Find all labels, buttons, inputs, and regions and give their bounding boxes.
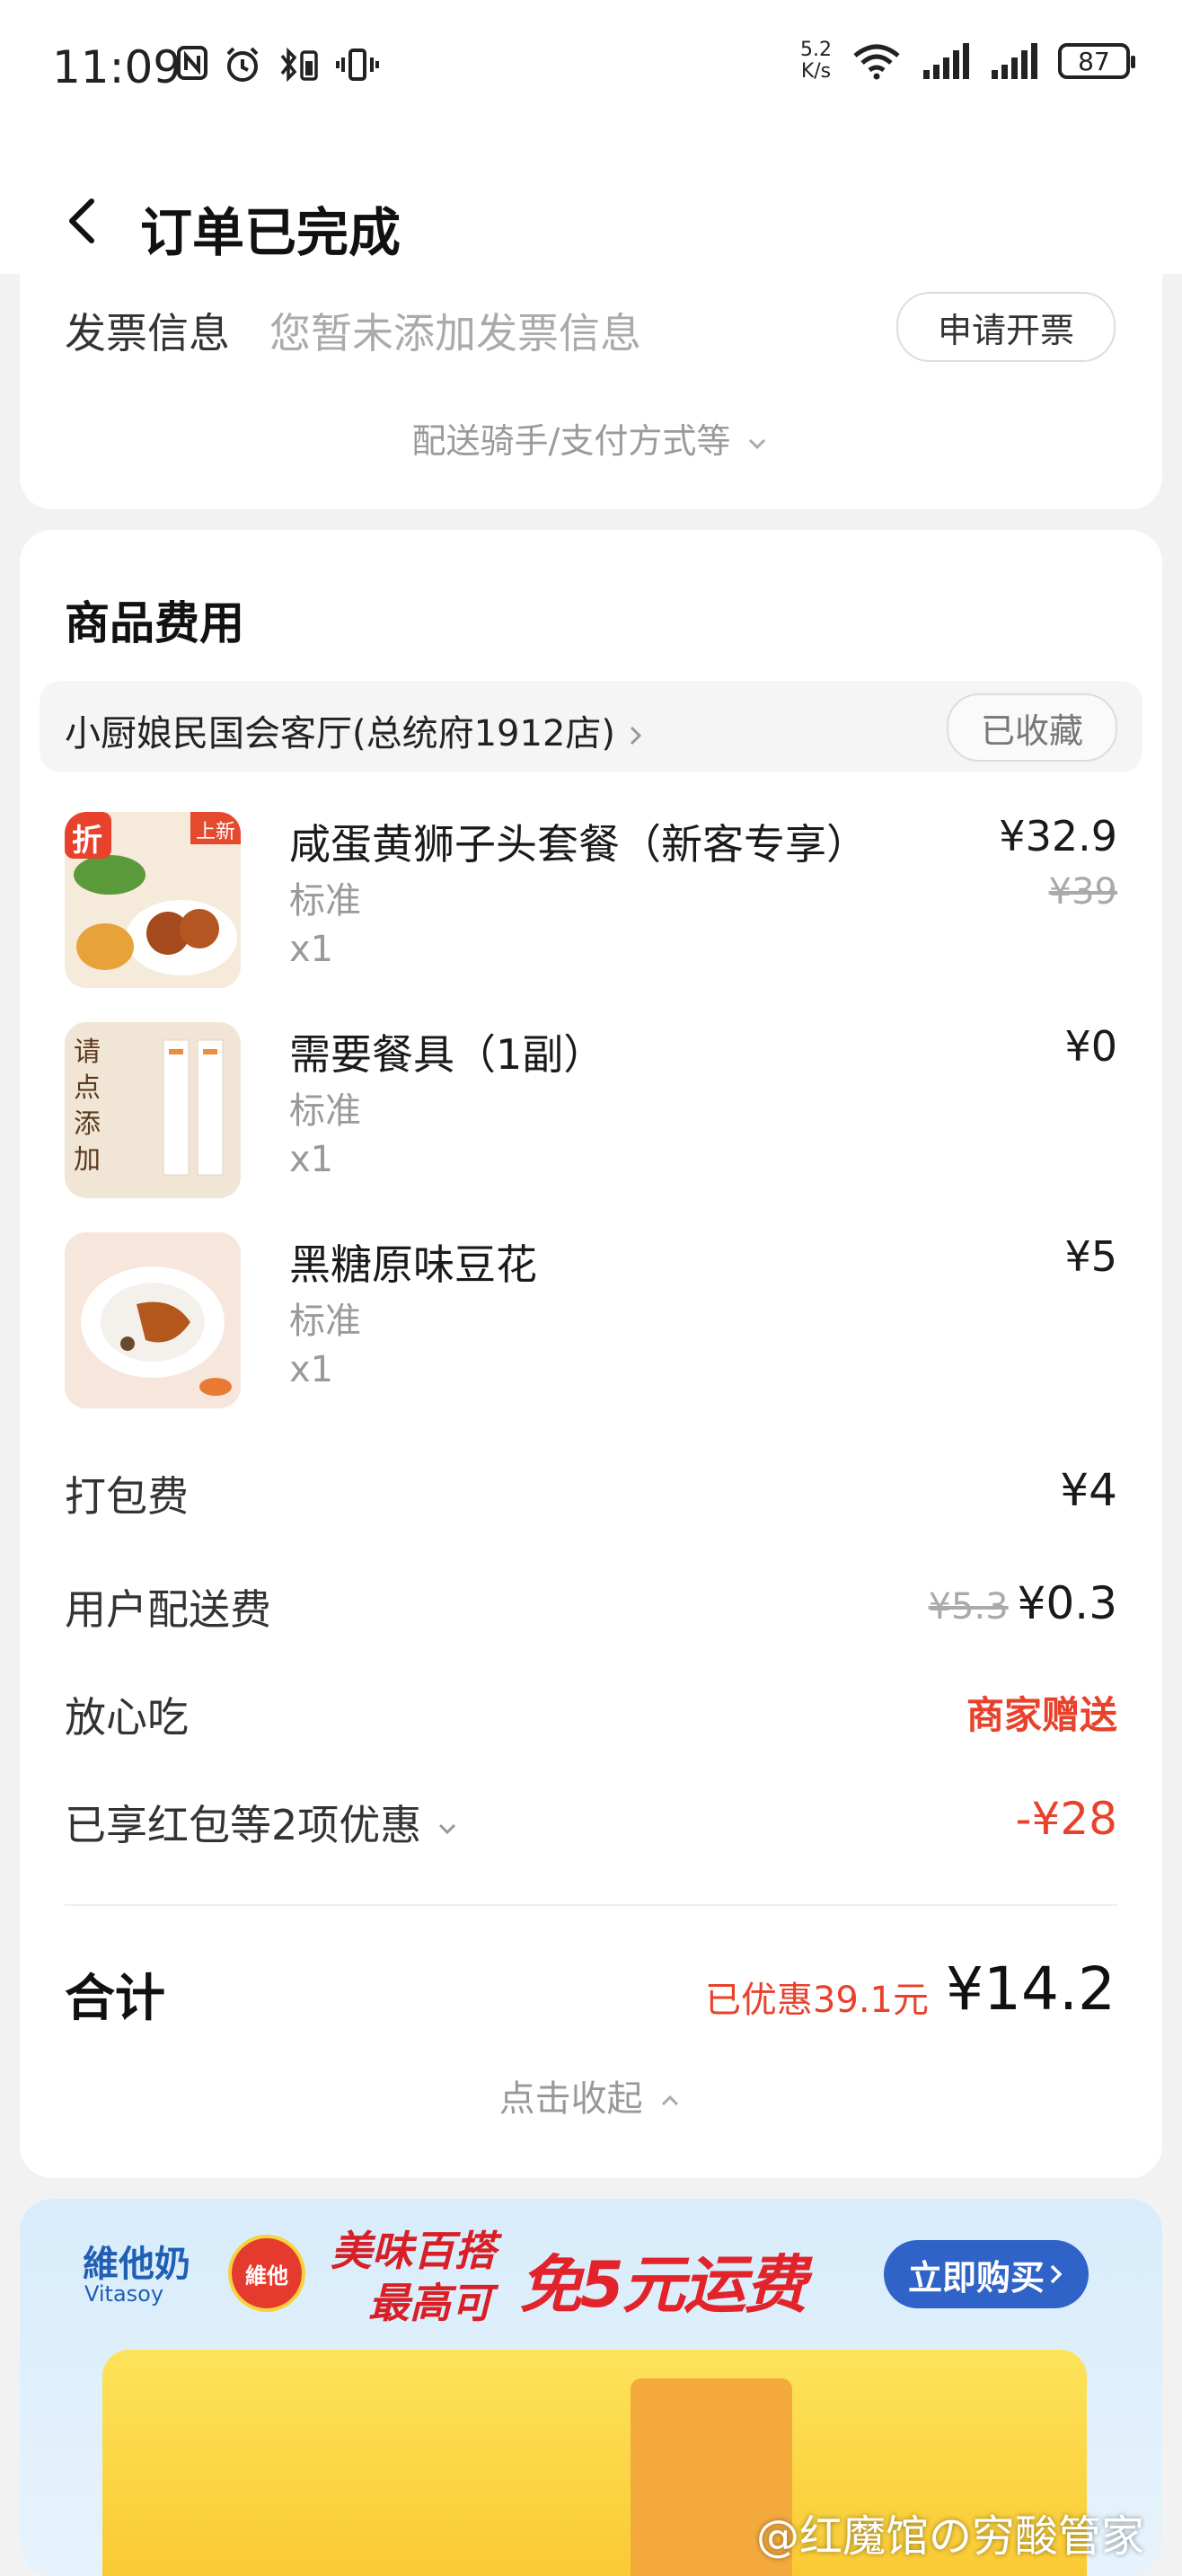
wifi-icon: [853, 44, 900, 80]
more-details-link[interactable]: 配送骑手/支付方式等: [20, 413, 1162, 463]
delivery-fee-label: 用户配送费: [65, 1585, 271, 1634]
item-original-price: ¥39: [1048, 871, 1117, 913]
ad-brand: 維他奶: [83, 2244, 190, 2285]
more-details-label: 配送骑手/支付方式等: [411, 421, 731, 461]
delivery-fee-value: ¥0.3: [1017, 1577, 1117, 1629]
divider: [65, 1904, 1117, 1906]
safe-eat-label: 放心吃: [65, 1693, 189, 1742]
chevron-right-icon: [630, 726, 641, 745]
discount-row[interactable]: 已享红包等2项优惠 -¥28: [65, 1793, 1117, 1856]
delivery-fee-original: ¥5.3: [928, 1586, 1009, 1628]
alarm-icon: [226, 47, 259, 82]
item-quantity: x1: [289, 1349, 334, 1390]
goods-fee-card: 商品费用 小厨娘民国会客厅(总统府1912店) 已收藏 折 上新 咸蛋黄狮子头套…: [20, 530, 1162, 2178]
item-price: ¥5: [1064, 1232, 1117, 1281]
invoice-label: 发票信息: [65, 309, 230, 357]
ad-slogan-line1: 美味百搭: [331, 2227, 496, 2275]
ad-brand-sub: Vitasoy: [84, 2281, 164, 2307]
status-bar: 11:09 5.2 K/s 87: [0, 0, 1182, 144]
item-spec: 标准: [289, 880, 361, 922]
item-name: 需要餐具（1副）: [289, 1030, 605, 1079]
goods-fee-title: 商品费用: [65, 597, 244, 649]
safe-eat-row: 放心吃 商家赠送: [65, 1685, 1117, 1748]
status-time: 11:09: [52, 41, 182, 93]
order-item[interactable]: 请点添加 需要餐具（1副） 标准 x1 ¥0: [65, 1022, 1117, 1202]
bluetooth-battery-icon: [280, 47, 318, 83]
shop-bar[interactable]: 小厨娘民国会客厅(总统府1912店) 已收藏: [40, 681, 1142, 772]
battery-indicator: 87: [1058, 43, 1135, 79]
packing-fee-value: ¥4: [1060, 1464, 1117, 1516]
item-price: ¥32.9: [999, 812, 1117, 860]
packing-fee-row: 打包费 ¥4: [65, 1464, 1117, 1527]
total-label: 合计: [65, 1970, 165, 2028]
ad-slogan-line2: 最高可: [368, 2279, 492, 2327]
item-name: 咸蛋黄狮子头套餐（新客专享）: [289, 820, 868, 869]
ad-banner[interactable]: 維他奶 Vitasoy 維他 美味百搭 最高可 免5元运费 立即购买 @红魔馆の…: [20, 2199, 1162, 2576]
thumb-text: 请点添加: [74, 1037, 101, 1176]
item-name: 黑糖原味豆花: [289, 1240, 537, 1289]
chevron-down-icon: [749, 438, 766, 449]
discount-label[interactable]: 已享红包等2项优惠: [65, 1793, 460, 1852]
signal-icon-2: [992, 43, 1037, 79]
buy-now-button[interactable]: 立即购买: [884, 2240, 1089, 2308]
item-spec: 标准: [289, 1090, 361, 1132]
merchant-gift-value: 商家赠送: [966, 1693, 1117, 1737]
brand-logo: 維他: [228, 2235, 305, 2312]
watermark: @红魔馆の穷酸管家: [755, 2511, 1144, 2562]
invoice-hint: 您暂未添加发票信息: [269, 309, 641, 357]
apply-invoice-button[interactable]: 申请开票: [896, 292, 1116, 362]
order-item[interactable]: 黑糖原味豆花 标准 x1 ¥5: [65, 1232, 1117, 1412]
packing-fee-label: 打包费: [65, 1472, 189, 1521]
item-image: [65, 1232, 241, 1408]
chevron-down-icon: [438, 1823, 455, 1834]
collapse-label: 点击收起: [498, 2078, 643, 2120]
page-title: 订单已完成: [140, 202, 401, 263]
item-image: 请点添加: [65, 1022, 241, 1198]
vibrate-icon: [336, 49, 379, 81]
total-value: ¥14.2: [946, 1954, 1116, 2024]
order-item[interactable]: 折 上新 咸蛋黄狮子头套餐（新客专享） 标准 x1 ¥32.9 ¥39: [65, 812, 1117, 992]
favorite-button[interactable]: 已收藏: [947, 693, 1117, 762]
signal-icon-1: [923, 43, 969, 79]
chevron-right-icon: [1050, 2264, 1063, 2284]
item-image: 折 上新: [65, 812, 241, 988]
item-quantity: x1: [289, 1139, 334, 1180]
collapse-button[interactable]: 点击收起: [20, 2069, 1162, 2122]
discount-value: -¥28: [1015, 1793, 1117, 1845]
delivery-fee-row: 用户配送费 ¥5.3 ¥0.3: [65, 1577, 1117, 1640]
network-speed: 5.2 K/s: [800, 39, 832, 83]
buy-now-label: 立即购买: [907, 2257, 1045, 2298]
invoice-card: 发票信息 您暂未添加发票信息 申请开票 配送骑手/支付方式等: [20, 274, 1162, 509]
ad-promo: 免5元运费: [519, 2248, 807, 2322]
item-price: ¥0: [1064, 1022, 1117, 1071]
shop-name[interactable]: 小厨娘民国会客厅(总统府1912店): [65, 704, 645, 756]
total-saved: 已优惠39.1元: [704, 1980, 929, 2021]
chevron-up-icon: [662, 2095, 679, 2106]
navigation-bar: 订单已完成: [0, 144, 1182, 274]
new-tag: 上新: [195, 821, 235, 843]
chevron-left-icon[interactable]: [57, 194, 111, 248]
item-quantity: x1: [289, 929, 334, 970]
nfc-icon: [177, 46, 207, 80]
item-spec: 标准: [289, 1301, 361, 1342]
discount-badge: 折: [72, 823, 102, 859]
